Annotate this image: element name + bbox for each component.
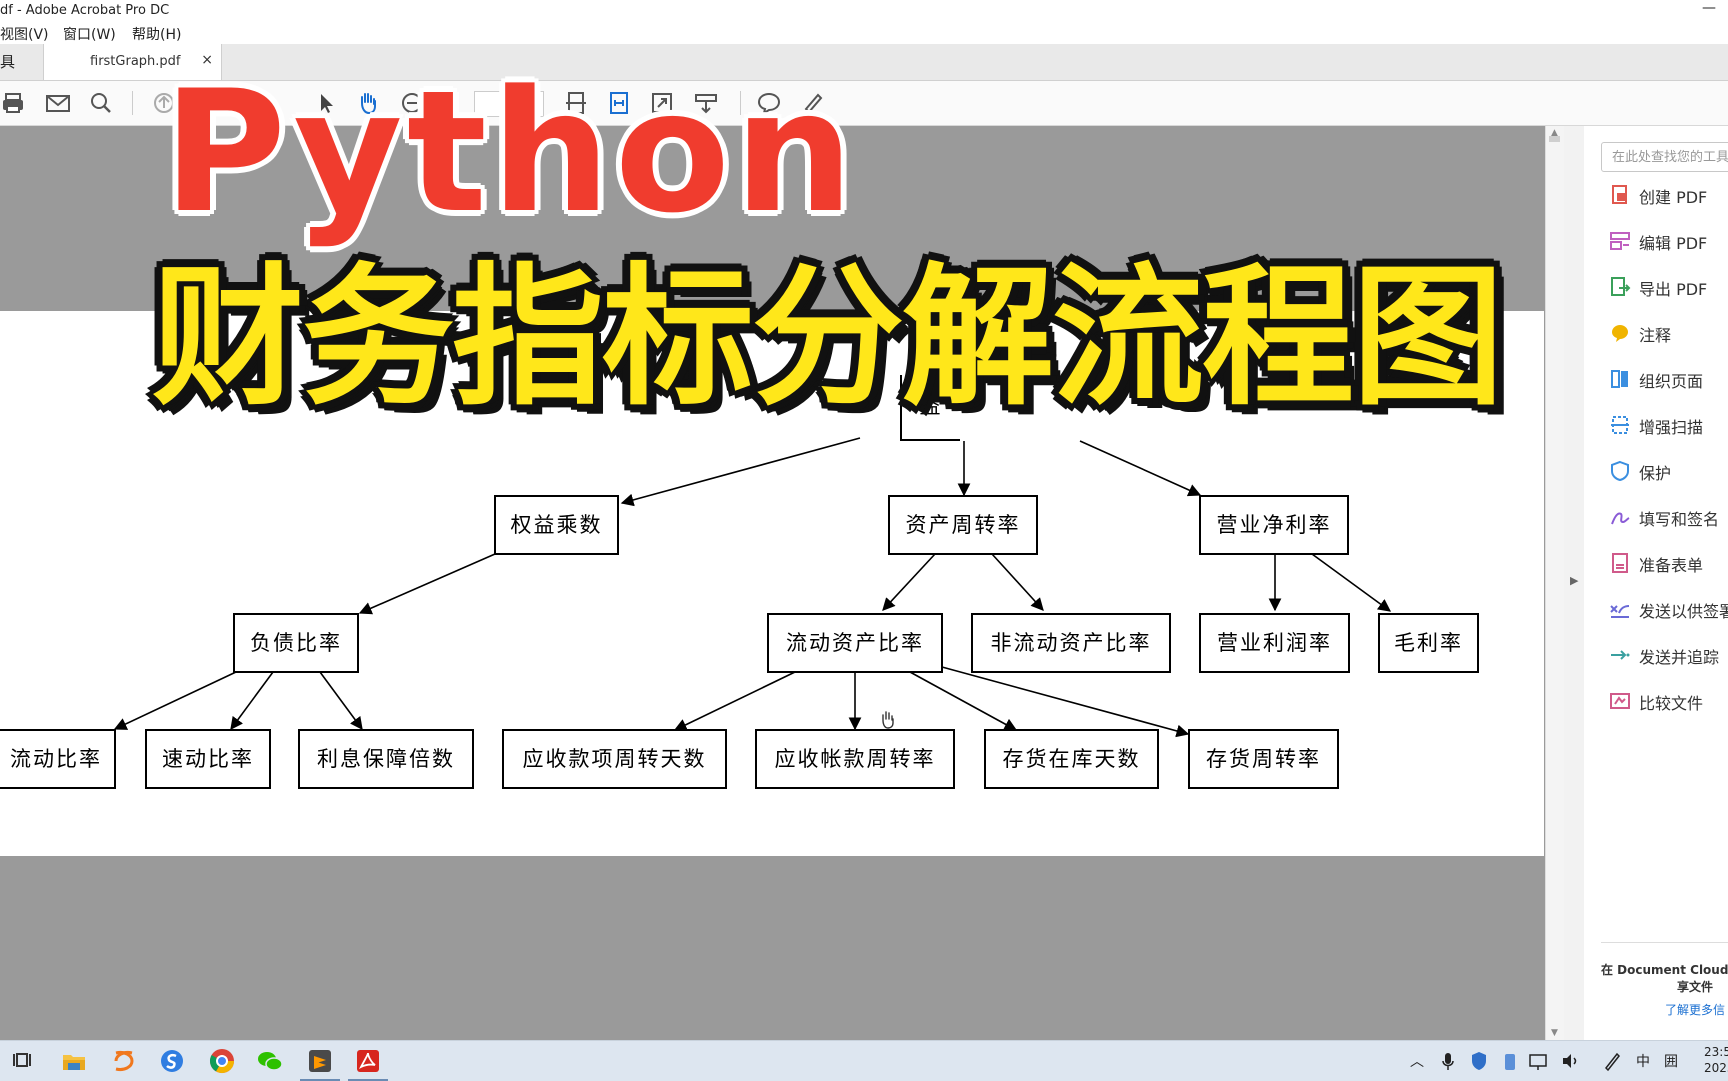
tool-item-label: 发送以供签署 xyxy=(1639,602,1728,621)
prepare-form-icon xyxy=(1609,552,1631,574)
create-pdf-icon xyxy=(1609,184,1631,206)
ime-language-indicator[interactable]: 中 xyxy=(1636,1051,1650,1071)
node-gross-margin: 毛利率 xyxy=(1378,613,1479,673)
edge-debt-current xyxy=(113,671,237,730)
vertical-scrollbar[interactable]: ▲ ▼ xyxy=(1545,126,1564,1040)
search-icon[interactable] xyxy=(87,89,115,117)
clock-date: 2023 xyxy=(1704,1061,1728,1075)
shield-icon xyxy=(1609,460,1631,482)
edge-margin-gross xyxy=(1311,553,1392,612)
security-shield-icon[interactable] xyxy=(1470,1049,1488,1073)
volume-icon[interactable] xyxy=(1560,1049,1580,1073)
menu-help[interactable]: 帮助(H) xyxy=(132,24,181,44)
export-pdf-icon xyxy=(1609,276,1631,298)
send-sign-icon xyxy=(1609,598,1631,620)
learn-more-link[interactable]: 了解更多信 xyxy=(1601,1001,1728,1018)
cloud-text-line2: 享文件 xyxy=(1677,980,1714,994)
node-inventory-turnover: 存货周转率 xyxy=(1188,729,1339,789)
node-equity-multiplier: 权益乘数 xyxy=(494,495,619,555)
battery-icon[interactable] xyxy=(1502,1049,1518,1073)
tools-pane: 在此处查找您的工具 创建 PDF 编辑 PDF 导出 PDF 注释组织页面增强扫描保护… xyxy=(1564,126,1728,1040)
node-noncurrent-asset-ratio: 非流动资产比率 xyxy=(971,613,1171,673)
tool-search-input[interactable]: 在此处查找您的工具 xyxy=(1601,142,1728,172)
comment-icon xyxy=(1609,322,1631,344)
node-receivable-turnover: 应收帐款周转率 xyxy=(755,729,955,789)
organize-pages-icon xyxy=(1609,368,1631,390)
window-title-bar: df - Adobe Acrobat Pro DC — xyxy=(0,0,1728,22)
tool-item-label: 填写和签名 xyxy=(1639,510,1720,529)
fill-sign-icon xyxy=(1609,506,1631,528)
microphone-icon[interactable] xyxy=(1440,1049,1456,1073)
tool-item-label: 编辑 PDF xyxy=(1639,234,1708,253)
acrobat-icon[interactable] xyxy=(348,1047,388,1081)
toolbar-divider xyxy=(132,91,133,115)
node-quick-ratio: 速动比率 xyxy=(145,729,271,789)
edge-root-margin xyxy=(1079,440,1202,497)
show-hidden-icons-icon[interactable]: ︿ xyxy=(1410,1051,1424,1071)
chevron-right-icon[interactable]: ▶ xyxy=(1570,574,1578,587)
overlay-title-chinese: 财务指标分解流程图 xyxy=(152,249,1504,426)
node-interest-coverage: 利息保障倍数 xyxy=(298,729,474,789)
tab-tools[interactable]: 具 xyxy=(0,44,42,80)
tool-item-label: 发送并追踪 xyxy=(1639,648,1720,667)
task-view-icon[interactable] xyxy=(10,1047,38,1075)
scroll-thumb[interactable] xyxy=(1549,136,1560,142)
hand-cursor-icon xyxy=(878,710,896,730)
edge-equity-debt xyxy=(358,553,496,615)
tool-item-label: 注释 xyxy=(1639,326,1672,345)
tool-item-label: 导出 PDF xyxy=(1639,280,1708,299)
app-icon-orange[interactable] xyxy=(110,1047,138,1075)
tool-item-label: 保护 xyxy=(1639,464,1672,483)
compare-icon xyxy=(1609,690,1631,712)
edit-pdf-icon xyxy=(1609,230,1631,252)
pen-icon[interactable] xyxy=(1602,1049,1622,1073)
edge-current-inventory-days xyxy=(909,671,1018,731)
document-cloud-promo: 在 Document Cloud 享文件 了解更多信 xyxy=(1601,942,1728,1018)
tool-item-label: 准备表单 xyxy=(1639,556,1704,575)
sogou-icon[interactable] xyxy=(158,1047,186,1075)
tool-item-label: 创建 PDF xyxy=(1639,188,1708,207)
chrome-icon[interactable] xyxy=(208,1047,236,1075)
edge-root-equity xyxy=(620,437,861,507)
node-receivable-days: 应收款项周转天数 xyxy=(502,729,727,789)
edge-asset-noncurrent xyxy=(991,553,1044,611)
ime-mode-indicator[interactable]: 囲 xyxy=(1664,1051,1678,1071)
edge-current-inventory-turnover xyxy=(941,666,1190,738)
print-icon[interactable] xyxy=(0,89,28,117)
enhance-scan-icon xyxy=(1609,414,1631,436)
network-icon[interactable] xyxy=(1528,1049,1548,1073)
cloud-text-line1: 在 Document Cloud xyxy=(1601,963,1728,977)
edge-debt-interest xyxy=(319,671,363,731)
scroll-down-icon[interactable]: ▼ xyxy=(1551,1028,1558,1038)
node-debt-ratio: 负债比率 xyxy=(233,613,359,673)
menu-window[interactable]: 窗口(W) xyxy=(63,24,116,44)
taskbar: ︿ 中 囲 23:5 2023 xyxy=(0,1040,1728,1081)
edge-current-receivable-days xyxy=(673,671,796,731)
tool-item-label: 比较文件 xyxy=(1639,694,1704,713)
overlay-title-python: Python xyxy=(163,54,858,250)
pane-collapse-handle[interactable]: ▶ xyxy=(1564,126,1584,1040)
node-operating-profit-ratio: 营业利润率 xyxy=(1199,613,1350,673)
node-current-asset-ratio: 流动资产比率 xyxy=(767,613,943,673)
node-asset-turnover: 资产周转率 xyxy=(888,495,1038,555)
node-current-ratio: 流动比率 xyxy=(0,729,116,789)
wechat-icon[interactable] xyxy=(256,1047,284,1075)
menu-bar: 视图(V) 窗口(W) 帮助(H) xyxy=(0,22,1728,44)
sublime-text-icon[interactable] xyxy=(300,1047,340,1081)
node-inventory-days: 存货在库天数 xyxy=(984,729,1159,789)
node-net-margin: 营业净利率 xyxy=(1199,495,1349,555)
window-title: df - Adobe Acrobat Pro DC xyxy=(0,3,170,18)
system-clock[interactable]: 23:5 2023 xyxy=(1704,1044,1728,1076)
tool-item-label: 增强扫描 xyxy=(1639,418,1704,437)
clock-time: 23:5 xyxy=(1704,1045,1728,1059)
send-track-icon xyxy=(1609,644,1631,666)
edge-debt-quick xyxy=(230,671,274,731)
email-icon[interactable] xyxy=(44,89,72,117)
file-explorer-icon[interactable] xyxy=(60,1047,88,1075)
minimize-button[interactable]: — xyxy=(1702,0,1716,16)
menu-view[interactable]: 视图(V) xyxy=(0,24,49,44)
tool-item-label: 组织页面 xyxy=(1639,372,1704,391)
edge-asset-current xyxy=(882,553,936,611)
